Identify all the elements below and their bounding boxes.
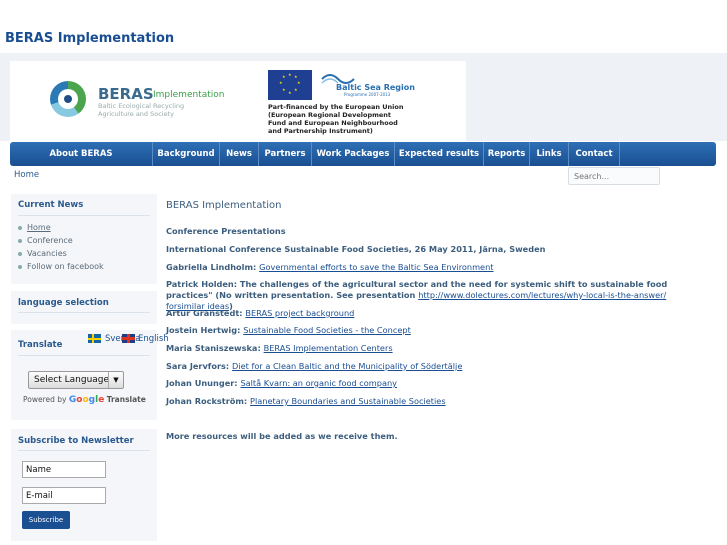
presentation-link[interactable]: Diet for a Clean Baltic and the Municipa… — [232, 361, 462, 371]
conference-title: International Conference Sustainable Foo… — [166, 244, 546, 254]
chevron-down-icon: ▼ — [108, 372, 123, 388]
nav-links[interactable]: Links — [530, 142, 569, 166]
presentation-link[interactable]: BERAS project background — [245, 308, 354, 318]
eu-flag-icon: ★ ★ ★ ★ ★ ★ ★ ★ — [268, 70, 312, 100]
subscribe-button[interactable]: Subscribe — [22, 511, 70, 529]
translate-title: Translate — [18, 340, 63, 350]
bullet-icon — [18, 238, 22, 243]
bullet-icon — [18, 251, 22, 256]
search-input[interactable] — [568, 167, 660, 185]
divider — [18, 450, 150, 451]
presentation-link[interactable]: BERAS Implementation Centers — [264, 343, 393, 353]
bsr-subtitle: Programme 2007-2013 — [344, 92, 391, 97]
beras-logo-center — [64, 95, 72, 103]
presentation-staniszewska: Maria Staniszewska: BERAS Implementation… — [166, 343, 393, 353]
beras-brand: BERAS — [98, 85, 154, 103]
breadcrumb[interactable]: Home — [14, 170, 39, 180]
presentation-hertwig: Jostein Hertwig: Sustainable Food Societ… — [166, 325, 411, 335]
beras-brand-suffix: Implementation — [153, 90, 225, 100]
bullet-icon — [18, 264, 22, 269]
nav-news[interactable]: News — [220, 142, 259, 166]
news-item-home[interactable]: Home — [18, 223, 51, 232]
nav-about[interactable]: About BERAS Implementation — [10, 142, 153, 183]
beras-brand-sub: Baltic Ecological Recycling Agriculture … — [98, 102, 185, 118]
header-banner: BERAS Implementation Baltic Ecological R… — [10, 61, 466, 143]
swedish-flag-icon[interactable] — [88, 334, 101, 343]
site-title[interactable]: BERAS Implementation — [5, 31, 174, 46]
presentation-link[interactable]: Governmental efforts to save the Baltic … — [259, 262, 493, 272]
nav-expected-results[interactable]: Expected results — [395, 142, 484, 166]
divider — [18, 355, 150, 356]
presentation-link[interactable]: Saltå Kvarn: an organic food company — [240, 378, 397, 388]
presentation-granstedt: Artur Granstedt: BERAS project backgroun… — [166, 308, 355, 318]
footer-note: More resources will be added as we recei… — [166, 431, 398, 441]
presentation-rockstrom: Johan Rockström: Planetary Boundaries an… — [166, 396, 446, 406]
divider — [18, 312, 150, 313]
nav-work-packages[interactable]: Work Packages — [312, 142, 395, 166]
nav-partners[interactable]: Partners — [259, 142, 312, 166]
google-logo: Google — [68, 395, 105, 405]
english-flag-icon[interactable] — [122, 334, 135, 343]
eu-funding-text: Part-financed by the European Union (Eur… — [268, 103, 404, 135]
presentation-ununger: Johan Ununger: Saltå Kvarn: an organic f… — [166, 378, 398, 388]
newsletter-email-field[interactable] — [22, 487, 106, 504]
news-item-facebook[interactable]: Follow on facebook — [18, 262, 104, 271]
powered-by-google[interactable]: Powered by Google Translate — [23, 395, 146, 405]
presentation-jervfors: Sara Jervfors: Diet for a Clean Baltic a… — [166, 361, 463, 371]
presentation-link[interactable]: Sustainable Food Societies - the Concept — [243, 325, 411, 335]
nav-background[interactable]: Background — [153, 142, 220, 166]
divider — [18, 215, 150, 216]
newsletter-title: Subscribe to Newsletter — [18, 436, 134, 446]
main-navbar: About BERAS Implementation Background Ne… — [10, 142, 716, 183]
nav-contact[interactable]: Contact — [569, 142, 620, 166]
lang-english-link[interactable]: English — [138, 334, 169, 344]
language-selection-panel: language selection — [11, 291, 157, 324]
presentation-link[interactable]: Planetary Boundaries and Sustainable Soc… — [250, 396, 446, 406]
current-news-title: Current News — [18, 200, 84, 210]
news-item-conference[interactable]: Conference — [18, 236, 73, 245]
news-item-vacancies[interactable]: Vacancies — [18, 249, 67, 258]
current-news-panel: Current News Home Conference Vacancies F… — [11, 194, 157, 284]
language-select[interactable]: Select Language ▼ — [28, 371, 124, 389]
bsr-title: Baltic Sea Region — [336, 83, 415, 92]
newsletter-name-field[interactable] — [22, 461, 106, 478]
content-title: BERAS Implementation — [166, 200, 282, 211]
bullet-icon — [18, 225, 22, 230]
nav-reports[interactable]: Reports — [484, 142, 530, 166]
presentation-lindholm: Gabriella Lindholm: Governmental efforts… — [166, 262, 494, 272]
language-selection-title: language selection — [18, 298, 109, 308]
content-heading: Conference Presentations — [166, 226, 286, 236]
